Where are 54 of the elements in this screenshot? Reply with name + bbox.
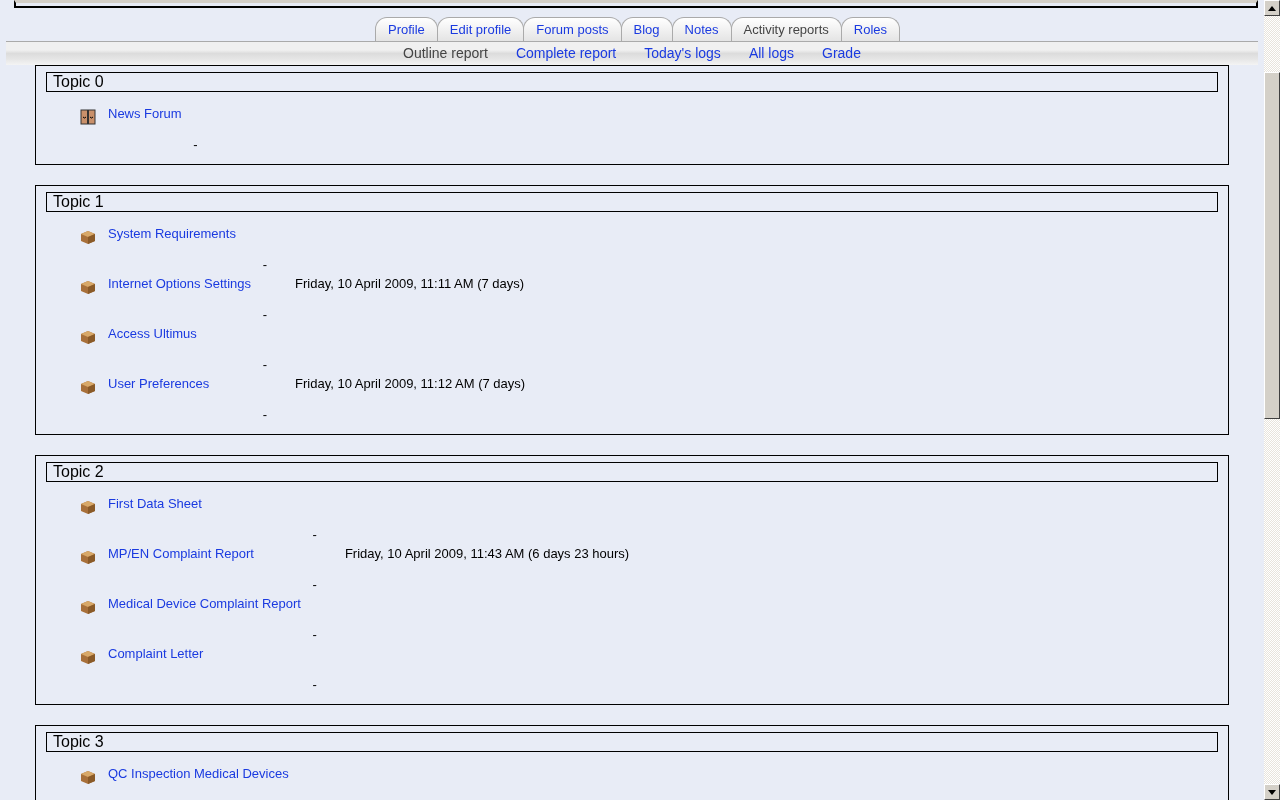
- section-heading: Topic 3: [46, 732, 1218, 752]
- up-arrow-icon: [1268, 5, 1276, 11]
- activity-link[interactable]: News Forum: [108, 106, 198, 121]
- box-icon: [80, 768, 96, 785]
- activity-link[interactable]: User Preferences: [108, 376, 226, 391]
- last-access-text: Friday, 10 April 2009, 11:12 AM (7 days): [295, 376, 526, 391]
- views-count: -: [311, 675, 317, 694]
- views-count: -: [261, 405, 268, 424]
- activity-link[interactable]: System Requirements: [108, 226, 252, 241]
- activity-link[interactable]: MP/EN Complaint Report: [108, 546, 270, 561]
- tab[interactable]: Profile: [375, 17, 438, 41]
- box-icon: [80, 278, 96, 295]
- box-icon: [80, 648, 96, 665]
- section-heading: Topic 0: [46, 72, 1218, 92]
- last-access-text: Friday, 10 April 2009, 11:11 AM (7 days): [295, 276, 525, 291]
- views-count: -: [261, 255, 268, 274]
- section-heading: Topic 2: [46, 462, 1218, 482]
- tab[interactable]: Forum posts: [523, 17, 622, 41]
- scrollbar[interactable]: [1264, 0, 1280, 800]
- scroll-down-button[interactable]: [1264, 784, 1280, 800]
- views-count: -: [192, 135, 198, 154]
- box-icon: [80, 378, 96, 395]
- views-count: -: [311, 625, 317, 644]
- views-count: -: [261, 355, 268, 374]
- views-count: -: [261, 305, 268, 324]
- box-icon: [80, 498, 96, 515]
- tab[interactable]: Blog: [620, 17, 673, 41]
- report-link[interactable]: Today's logs: [644, 45, 721, 61]
- box-icon: [80, 598, 96, 615]
- activity-link[interactable]: Access Ultimus: [108, 326, 213, 341]
- last-access-text: Friday, 10 April 2009, 11:43 AM (6 days 23 hours): [344, 546, 630, 561]
- scroll-thumb[interactable]: [1264, 72, 1280, 419]
- down-arrow-icon: [1268, 789, 1276, 795]
- box-icon: [80, 228, 96, 245]
- activity-link[interactable]: Medical Device Complaint Report: [108, 596, 317, 611]
- report-link[interactable]: Complete report: [515, 45, 617, 61]
- activity-link[interactable]: Complaint Letter: [108, 646, 220, 661]
- views-count: -: [311, 525, 317, 544]
- activity-link[interactable]: Internet Options Settings: [108, 276, 268, 291]
- tab[interactable]: Activity reports: [730, 17, 842, 41]
- tab[interactable]: Edit profile: [436, 17, 525, 41]
- report-link[interactable]: Grade: [822, 45, 861, 61]
- views-count: -: [311, 575, 317, 594]
- tab[interactable]: Roles: [840, 17, 900, 41]
- activity-link[interactable]: QC Inspection Medical Devices: [108, 766, 305, 781]
- people-icon: [80, 108, 96, 125]
- scroll-up-button[interactable]: [1264, 0, 1280, 16]
- report-link[interactable]: All logs: [748, 45, 794, 61]
- tab[interactable]: Notes: [671, 17, 732, 41]
- current-report-label: Outline report: [403, 45, 488, 61]
- box-icon: [80, 328, 96, 345]
- box-icon: [80, 548, 96, 565]
- section-heading: Topic 1: [46, 192, 1218, 212]
- activity-link[interactable]: First Data Sheet: [108, 496, 218, 511]
